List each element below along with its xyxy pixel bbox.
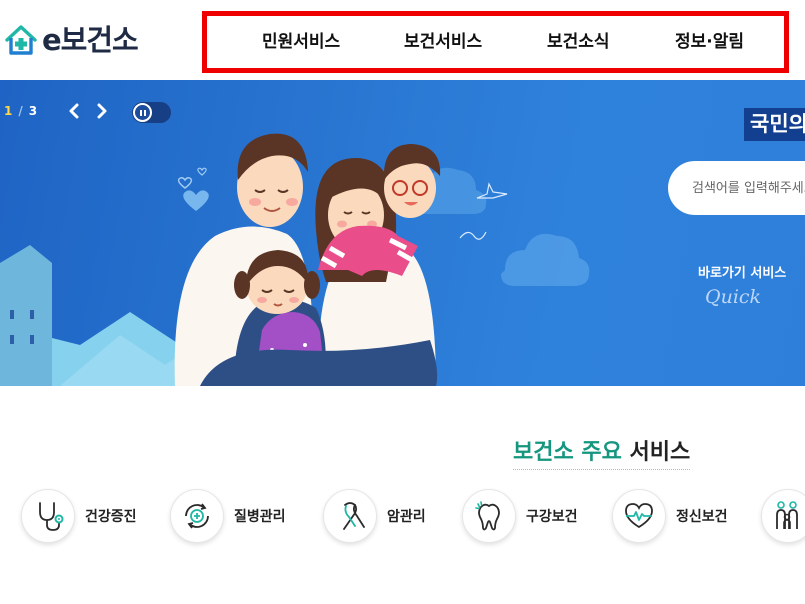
service-disease-management[interactable]: 질병관리 xyxy=(170,488,286,544)
hero-illustration xyxy=(0,133,590,386)
nav-item-health-news[interactable]: 보건소식 xyxy=(547,16,610,68)
previous-slide-button[interactable] xyxy=(66,102,82,120)
hero-headline: 국민의 xyxy=(744,108,805,141)
pause-icon xyxy=(133,103,152,122)
medical-cross-icon xyxy=(170,489,224,543)
site-header: e보건소 민원서비스 보건서비스 보건소식 정보·알림 xyxy=(0,0,805,80)
main-services-title: 보건소 주요 서비스 xyxy=(513,434,690,466)
slide-counter: 1 / 3 xyxy=(4,104,38,118)
slide-pause-toggle[interactable] xyxy=(132,102,171,123)
chevron-left-icon xyxy=(69,103,79,119)
nav-item-health-service[interactable]: 보건서비스 xyxy=(404,16,482,68)
site-logo[interactable]: e보건소 xyxy=(4,20,139,60)
main-navigation: 민원서비스 보건서비스 보건소식 정보·알림 xyxy=(202,11,789,73)
service-label: 질병관리 xyxy=(234,509,286,525)
service-label: 구강보건 xyxy=(526,509,578,525)
main-services-title-rest: 서비스 xyxy=(629,440,691,465)
chevron-right-icon xyxy=(97,103,107,119)
service-mental-health[interactable]: 정신보건 xyxy=(612,488,728,544)
service-health-promotion[interactable]: 건강증진 xyxy=(21,488,137,544)
nav-item-info-notice[interactable]: 정보·알림 xyxy=(675,16,744,68)
family-icon xyxy=(761,489,805,543)
house-cross-icon xyxy=(5,25,37,55)
slide-separator: / xyxy=(18,104,24,118)
quick-service-title: 바로가기 서비스 xyxy=(698,266,787,281)
heart-pulse-icon xyxy=(612,489,666,543)
service-cancer-management[interactable]: 암관리 xyxy=(323,488,426,544)
tooth-icon xyxy=(462,489,516,543)
slide-current: 1 xyxy=(4,104,14,118)
quick-script-text: Quick xyxy=(705,286,762,308)
service-label: 건강증진 xyxy=(85,509,137,525)
hero-banner: 1 / 3 국민의 바로가기 서비스 Quick xyxy=(0,80,805,386)
next-slide-button[interactable] xyxy=(94,102,110,120)
stethoscope-icon xyxy=(21,489,75,543)
service-label: 정신보건 xyxy=(676,509,728,525)
service-family-health[interactable] xyxy=(761,488,805,544)
service-oral-health[interactable]: 구강보건 xyxy=(462,488,578,544)
ribbon-icon xyxy=(323,489,377,543)
service-label: 암관리 xyxy=(387,509,426,525)
main-services-title-accent: 보건소 주요 xyxy=(513,440,622,465)
nav-item-civil-service[interactable]: 민원서비스 xyxy=(262,16,340,68)
title-divider xyxy=(513,469,690,470)
slide-total: 3 xyxy=(28,104,39,118)
search-input[interactable] xyxy=(692,177,805,199)
logo-text: e보건소 xyxy=(42,23,139,57)
search-box xyxy=(668,161,805,215)
